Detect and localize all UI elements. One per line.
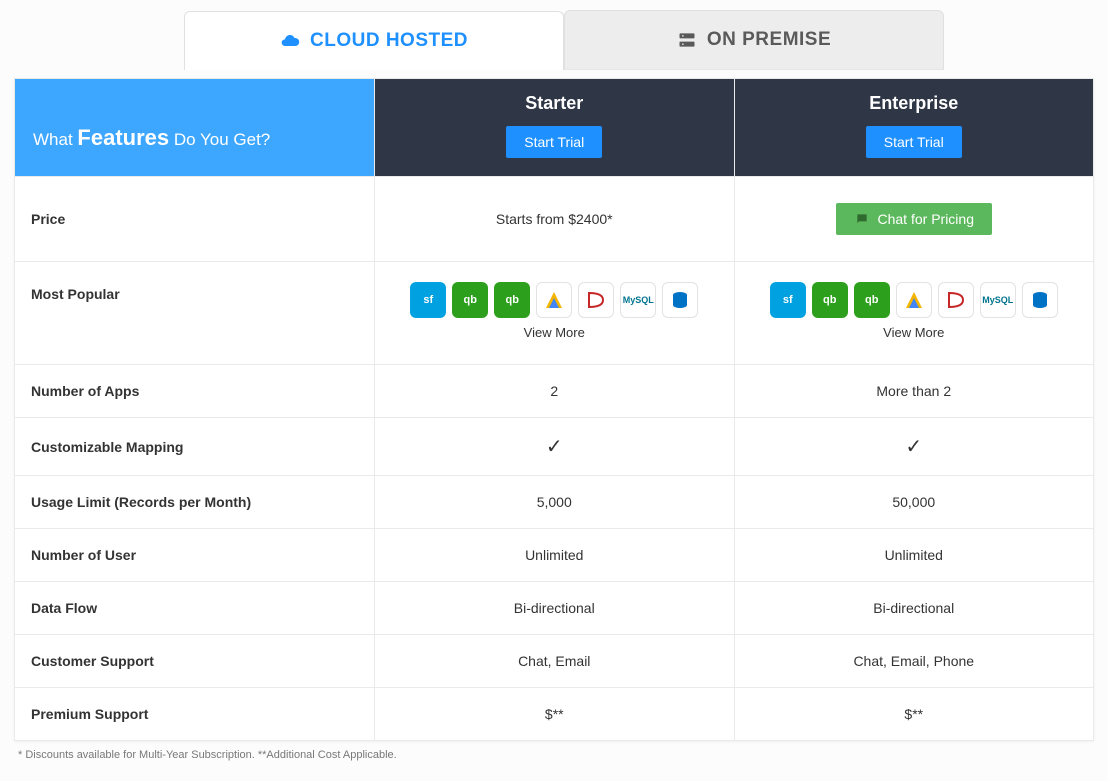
start-trial-starter-button[interactable]: Start Trial <box>506 126 602 158</box>
enterprise-header: Enterprise Start Trial <box>734 79 1094 177</box>
plan-name: Enterprise <box>745 93 1084 114</box>
tab-on-premise[interactable]: ON PREMISE <box>564 10 944 69</box>
row-num-user-label: Number of User <box>15 529 375 582</box>
tab-label: ON PREMISE <box>707 29 831 51</box>
enterprise-data-flow: Bi-directional <box>734 582 1094 635</box>
features-header: What Features Do You Get? <box>15 79 375 177</box>
enterprise-premium: $** <box>734 688 1094 741</box>
pricing-tabs: CLOUD HOSTED ON PREMISE <box>184 10 944 70</box>
enterprise-num-apps: More than 2 <box>734 365 1094 418</box>
footnote: * Discounts available for Multi-Year Sub… <box>14 749 1094 761</box>
starter-num-user: Unlimited <box>375 529 735 582</box>
comparison-table: What Features Do You Get? Starter Start … <box>14 78 1094 741</box>
starter-support: Chat, Email <box>375 635 735 688</box>
enterprise-num-user: Unlimited <box>734 529 1094 582</box>
plan-name: Starter <box>385 93 724 114</box>
cloud-icon <box>280 31 300 51</box>
dynamics-365-icon <box>578 282 614 318</box>
start-trial-enterprise-button[interactable]: Start Trial <box>866 126 962 158</box>
row-most-popular-label: Most Popular <box>15 262 375 365</box>
quickbooks-online-icon: qb <box>812 282 848 318</box>
starter-premium: $** <box>375 688 735 741</box>
dynamics-gp-icon <box>896 282 932 318</box>
enterprise-support: Chat, Email, Phone <box>734 635 1094 688</box>
server-icon <box>677 30 697 50</box>
quickbooks-online-icon: qb <box>452 282 488 318</box>
tab-cloud-hosted[interactable]: CLOUD HOSTED <box>184 11 564 70</box>
starter-price: Starts from $2400* <box>375 177 735 262</box>
row-data-flow-label: Data Flow <box>15 582 375 635</box>
row-num-apps-label: Number of Apps <box>15 365 375 418</box>
chat-icon <box>854 212 870 226</box>
dynamics-gp-icon <box>536 282 572 318</box>
starter-apps: sf qb qb MySQL View More <box>375 262 735 365</box>
dynamics-365-icon <box>938 282 974 318</box>
row-price-label: Price <box>15 177 375 262</box>
view-more-starter-link[interactable]: View More <box>524 325 585 340</box>
mysql-icon: MySQL <box>980 282 1016 318</box>
enterprise-price: Chat for Pricing <box>734 177 1094 262</box>
enterprise-custom-mapping: ✓ <box>734 418 1094 476</box>
view-more-enterprise-link[interactable]: View More <box>883 325 944 340</box>
azure-sql-icon <box>1022 282 1058 318</box>
mysql-icon: MySQL <box>620 282 656 318</box>
check-icon: ✓ <box>546 436 563 458</box>
quickbooks-desktop-icon: qb <box>494 282 530 318</box>
tab-label: CLOUD HOSTED <box>310 30 468 52</box>
starter-header: Starter Start Trial <box>375 79 735 177</box>
starter-data-flow: Bi-directional <box>375 582 735 635</box>
row-support-label: Customer Support <box>15 635 375 688</box>
chat-for-pricing-button[interactable]: Chat for Pricing <box>836 203 992 235</box>
row-usage-limit-label: Usage Limit (Records per Month) <box>15 476 375 529</box>
starter-custom-mapping: ✓ <box>375 418 735 476</box>
row-premium-label: Premium Support <box>15 688 375 741</box>
quickbooks-desktop-icon: qb <box>854 282 890 318</box>
starter-usage-limit: 5,000 <box>375 476 735 529</box>
enterprise-apps: sf qb qb MySQL View More <box>734 262 1094 365</box>
row-custom-mapping-label: Customizable Mapping <box>15 418 375 476</box>
enterprise-usage-limit: 50,000 <box>734 476 1094 529</box>
app-icon-row: sf qb qb MySQL <box>745 282 1084 318</box>
check-icon: ✓ <box>905 436 922 458</box>
salesforce-icon: sf <box>410 282 446 318</box>
azure-sql-icon <box>662 282 698 318</box>
starter-num-apps: 2 <box>375 365 735 418</box>
app-icon-row: sf qb qb MySQL <box>385 282 724 318</box>
salesforce-icon: sf <box>770 282 806 318</box>
